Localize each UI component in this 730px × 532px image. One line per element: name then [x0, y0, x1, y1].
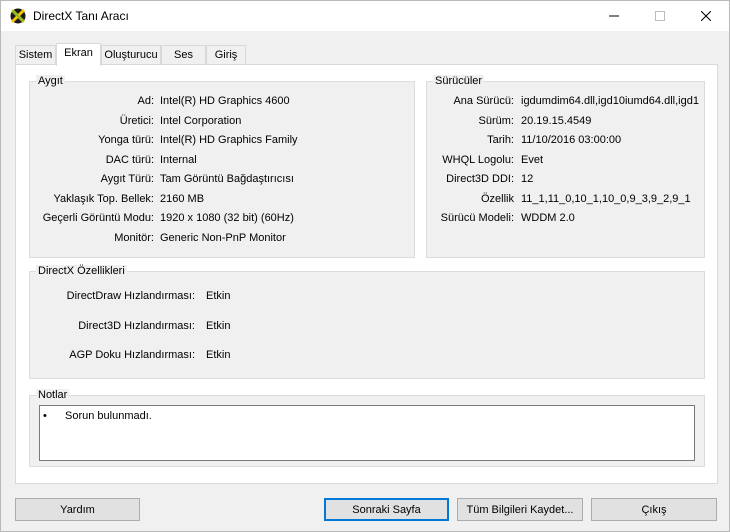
drivers-group: Sürücüler	[426, 75, 705, 258]
help-button[interactable]: Yardım	[15, 498, 140, 521]
driver-key: Ana Sürücü:	[453, 95, 514, 107]
title-bar: DirectX Tanı Aracı	[1, 1, 729, 31]
device-key: DAC türü:	[105, 154, 154, 166]
feature-key: AGP Doku Hızlandırması:	[69, 349, 195, 361]
feature-value: Etkin	[206, 320, 231, 332]
device-value: Intel(R) HD Graphics 4600	[160, 95, 290, 107]
driver-value: WDDM 2.0	[521, 212, 575, 224]
driver-value: 12	[521, 173, 534, 185]
device-key: Monitör:	[114, 232, 154, 244]
device-value: Internal	[160, 154, 197, 166]
driver-key: Sürüm:	[478, 115, 514, 127]
tab-ekran[interactable]: Ekran	[56, 43, 101, 66]
driver-value: 20.19.15.4549	[521, 115, 592, 127]
features-group-heading: DirectX Özellikleri	[36, 265, 127, 277]
exit-button[interactable]: Çıkış	[591, 498, 717, 521]
device-value: Generic Non-PnP Monitor	[160, 232, 286, 244]
driver-key: Sürücü Modeli:	[440, 212, 514, 224]
notes-textbox[interactable]: • Sorun bulunmadı.	[39, 405, 695, 461]
next-page-button[interactable]: Sonraki Sayfa	[324, 498, 449, 521]
device-value: 1920 x 1080 (32 bit) (60Hz)	[160, 212, 294, 224]
directx-icon	[10, 8, 26, 24]
device-value: Intel(R) HD Graphics Family	[160, 134, 298, 146]
device-key: Ad:	[137, 95, 154, 107]
device-value: 2160 MB	[160, 193, 205, 205]
feature-value: Etkin	[206, 349, 231, 361]
driver-value: 11/10/2016 03:00:00	[521, 134, 622, 146]
feature-key: DirectDraw Hızlandırması:	[66, 290, 195, 302]
device-value: Tam Görüntü Bağdaştırıcısı	[160, 173, 294, 185]
bullet-icon: •	[43, 410, 47, 422]
directx-diagnostic-window: DirectX Tanı Aracı Sistem Ekran Oluşturu…	[0, 0, 730, 532]
maximize-button[interactable]	[637, 1, 683, 31]
driver-value: igdumdim64.dll,igd10iumd64.dll,igd10	[521, 95, 699, 107]
feature-value: Etkin	[206, 290, 231, 302]
driver-key: Direct3D DDI:	[446, 173, 514, 185]
close-button[interactable]	[683, 1, 729, 31]
window-title: DirectX Tanı Aracı	[33, 9, 129, 23]
driver-value: Evet	[521, 154, 544, 166]
tab-olusturucu[interactable]: Oluşturucu	[101, 45, 161, 65]
maximize-icon	[655, 11, 665, 21]
feature-key: Direct3D Hızlandırması:	[78, 320, 195, 332]
close-icon	[701, 11, 711, 21]
drivers-group-heading: Sürücüler	[433, 75, 485, 87]
save-all-information-button[interactable]: Tüm Bilgileri Kaydet...	[457, 498, 583, 521]
driver-key: Özellik	[480, 193, 514, 205]
tab-sistem[interactable]: Sistem	[15, 45, 56, 65]
driver-key: Tarih:	[487, 134, 514, 146]
device-key: Yaklaşık Top. Bellek:	[53, 193, 154, 205]
device-key: Aygıt Türü:	[100, 173, 154, 185]
device-group-heading: Aygıt	[36, 75, 65, 87]
minimize-icon	[609, 15, 619, 17]
tab-giris[interactable]: Giriş	[206, 45, 246, 65]
tab-ses[interactable]: Ses	[161, 45, 206, 65]
device-value: Intel Corporation	[160, 115, 242, 127]
notes-group-heading: Notlar	[36, 389, 70, 401]
minimize-button[interactable]	[591, 1, 637, 31]
driver-key: WHQL Logolu:	[442, 154, 514, 166]
notes-text: Sorun bulunmadı.	[65, 410, 152, 422]
driver-value: 11_1,11_0,10_1,10_0,9_3,9_2,9_1	[521, 193, 691, 205]
device-key: Geçerli Görüntü Modu:	[42, 212, 154, 224]
device-key: Üretici:	[119, 115, 154, 127]
device-key: Yonga türü:	[98, 134, 154, 146]
